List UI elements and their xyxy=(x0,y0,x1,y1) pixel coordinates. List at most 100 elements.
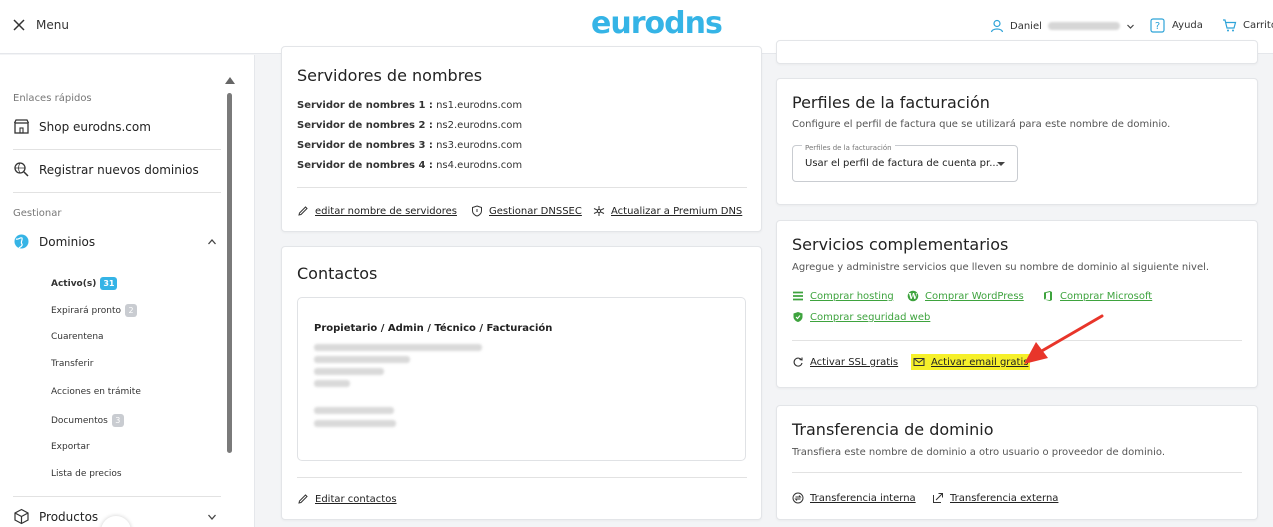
subitem-label: Expirará pronto xyxy=(51,305,121,316)
cart-icon xyxy=(1223,19,1237,32)
pencil-icon xyxy=(298,206,308,216)
services-description: Agregue y administre servicios que lleve… xyxy=(792,262,1210,273)
chevron-down-icon xyxy=(208,514,216,520)
redacted-user-surname xyxy=(1047,22,1120,30)
nameservers-card: Servidores de nombres Servidor de nombre… xyxy=(281,46,762,232)
chevron-up-icon xyxy=(208,239,216,245)
server-icon xyxy=(793,291,803,301)
link-label: Transferencia interna xyxy=(810,492,916,504)
edit-contacts-link[interactable]: Editar contactos xyxy=(297,493,397,505)
user-name: Daniel xyxy=(1010,20,1042,32)
nameserver-value: ns1.eurodns.com xyxy=(436,100,523,111)
help-link[interactable]: ? Ayuda xyxy=(1150,18,1203,33)
buy-wordpress-link[interactable]: W Comprar WordPress xyxy=(907,290,1024,302)
quick-links-title: Enlaces rápidos xyxy=(13,93,92,104)
external-transfer-link[interactable]: Transferencia externa xyxy=(932,492,1058,504)
internal-transfer-link[interactable]: Transferencia interna xyxy=(792,492,916,504)
user-icon xyxy=(990,19,1004,33)
sidebar-subitem-export[interactable]: Exportar xyxy=(51,442,90,452)
nameserver-row: Servidor de nombres 2 : ns2.eurodns.com xyxy=(297,120,522,131)
link-label: Comprar WordPress xyxy=(925,290,1024,302)
subitem-label: Acciones en trámite xyxy=(51,387,141,397)
close-icon xyxy=(13,19,25,31)
box-icon xyxy=(14,508,29,525)
nameserver-value: ns3.eurodns.com xyxy=(436,140,523,151)
nameserver-label: Servidor de nombres 1 : xyxy=(297,100,433,111)
select-value: Usar el perfil de factura de cuenta pr..… xyxy=(805,158,999,169)
scrollbar-thumb[interactable] xyxy=(227,93,232,453)
sidebar-scrollbar[interactable] xyxy=(225,77,235,517)
contact-roles-heading: Propietario / Admin / Técnico / Facturac… xyxy=(314,323,553,334)
user-menu[interactable]: Daniel xyxy=(990,19,1135,33)
link-label: Comprar seguridad web xyxy=(810,311,931,323)
redacted-text xyxy=(314,420,396,427)
previous-card-bottom xyxy=(776,40,1258,64)
billing-title: Perfiles de la facturación xyxy=(792,93,990,112)
sidebar-subitem-documents[interactable]: Documentos 3 xyxy=(51,414,124,427)
transfer-icon xyxy=(792,492,804,504)
cart-link[interactable]: Carrito xyxy=(1222,18,1273,33)
sidebar-subitem-expiring[interactable]: Expirará pronto 2 xyxy=(51,304,137,317)
transfer-title: Transferencia de dominio xyxy=(792,420,994,439)
manage-dnssec-link[interactable]: Gestionar DNSSEC xyxy=(471,205,582,217)
nameserver-row: Servidor de nombres 4 : ns4.eurodns.com xyxy=(297,160,522,171)
manage-title: Gestionar xyxy=(13,208,62,219)
buy-hosting-link[interactable]: Comprar hosting xyxy=(792,290,894,302)
shield-icon xyxy=(472,205,482,217)
redacted-text xyxy=(314,356,410,363)
services-title: Servicios complementarios xyxy=(792,235,1009,254)
caret-down-icon xyxy=(997,162,1005,166)
subitem-label: Exportar xyxy=(51,442,90,452)
buy-web-security-link[interactable]: Comprar seguridad web xyxy=(792,311,930,323)
subitem-label: Cuarentena xyxy=(51,332,104,342)
link-label: Comprar hosting xyxy=(810,290,894,302)
sidebar-subitem-pending-actions[interactable]: Acciones en trámite xyxy=(51,387,141,397)
sidebar-subitem-quarantine[interactable]: Cuarentena xyxy=(51,332,104,342)
sidebar: Enlaces rápidos Shop eurodns.com Registr… xyxy=(0,55,255,527)
sidebar-item-domains[interactable]: Dominios xyxy=(13,233,221,250)
redacted-text xyxy=(314,407,394,414)
menu-label: Menu xyxy=(36,18,69,32)
billing-profile-select[interactable]: Perfiles de la facturación Usar el perfi… xyxy=(792,144,1018,182)
contacts-card: Contactos Propietario / Admin / Técnico … xyxy=(281,246,762,520)
sidebar-subitem-price-list[interactable]: Lista de precios xyxy=(51,469,122,479)
nameserver-value: ns2.eurodns.com xyxy=(436,120,523,131)
sidebar-item-label: Registrar nuevos dominios xyxy=(39,162,199,177)
refresh-icon xyxy=(793,357,803,367)
office-icon xyxy=(1044,291,1052,301)
network-icon xyxy=(593,206,605,216)
edit-nameservers-link[interactable]: editar nombre de servidores xyxy=(297,205,457,217)
select-label: Perfiles de la facturación xyxy=(802,144,895,152)
annotation-arrow-icon xyxy=(1024,314,1104,364)
sidebar-subitem-active[interactable]: Activo(s) 31 xyxy=(51,277,118,290)
link-label: Transferencia externa xyxy=(950,492,1059,504)
divider xyxy=(13,192,221,193)
link-label: editar nombre de servidores xyxy=(315,205,457,217)
nameserver-row: Servidor de nombres 3 : ns3.eurodns.com xyxy=(297,140,522,151)
external-link-icon xyxy=(933,493,943,503)
sidebar-item-label: Dominios xyxy=(39,234,96,249)
sidebar-item-label: Productos xyxy=(39,509,99,524)
link-label: Activar SSL gratis xyxy=(810,356,899,368)
eurodns-logo[interactable]: eurodns xyxy=(591,6,723,41)
scroll-up-arrow[interactable] xyxy=(225,77,235,84)
chevron-down-icon xyxy=(1126,24,1134,29)
activate-ssl-link[interactable]: Activar SSL gratis xyxy=(792,356,898,368)
sidebar-subitem-transfer[interactable]: Transferir xyxy=(51,359,93,369)
redacted-text xyxy=(314,380,350,387)
menu-button[interactable]: Menu xyxy=(12,18,69,32)
divider xyxy=(13,496,221,497)
subitem-label: Lista de precios xyxy=(51,469,122,479)
count-badge: 2 xyxy=(124,304,137,317)
svg-text:?: ? xyxy=(1155,21,1160,32)
sidebar-item-label: Shop eurodns.com xyxy=(39,119,151,134)
help-icon: ? xyxy=(1150,18,1165,33)
divider xyxy=(297,477,747,478)
upgrade-premium-dns-link[interactable]: Actualizar a Premium DNS xyxy=(593,205,742,217)
divider xyxy=(297,187,747,188)
domain-transfer-card: Transferencia de dominio Transfiera este… xyxy=(776,405,1258,520)
sidebar-item-register[interactable]: Registrar nuevos dominios xyxy=(13,161,199,178)
buy-microsoft-link[interactable]: Comprar Microsoft xyxy=(1042,290,1152,302)
svg-text:W: W xyxy=(908,291,919,301)
sidebar-item-shop[interactable]: Shop eurodns.com xyxy=(13,118,151,135)
